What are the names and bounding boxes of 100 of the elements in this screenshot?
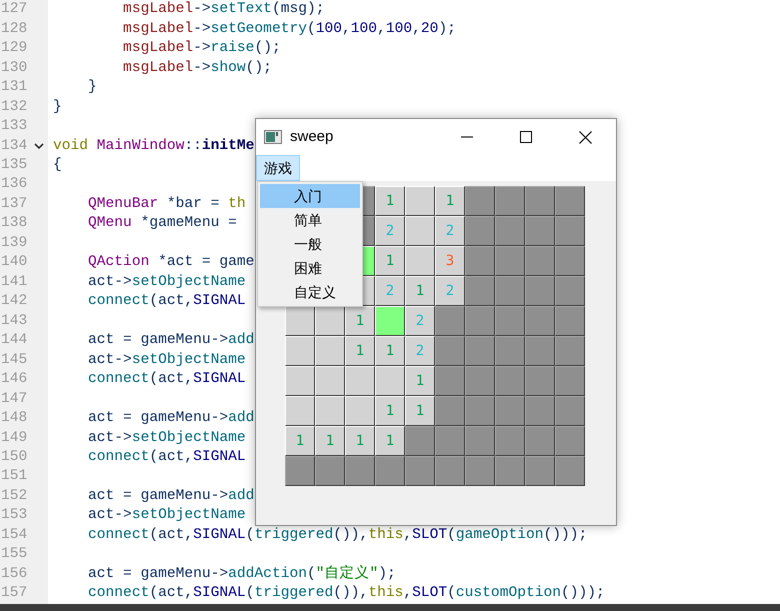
closed-cell[interactable] bbox=[495, 366, 525, 396]
closed-cell[interactable] bbox=[525, 246, 555, 276]
closed-cell[interactable] bbox=[405, 456, 435, 486]
open-cell[interactable] bbox=[285, 366, 315, 396]
closed-cell[interactable] bbox=[555, 276, 585, 306]
closed-cell[interactable] bbox=[315, 456, 345, 486]
closed-cell[interactable] bbox=[555, 396, 585, 426]
menu-bar-item[interactable]: 游戏 bbox=[256, 155, 300, 181]
closed-cell[interactable] bbox=[495, 246, 525, 276]
open-cell[interactable]: 1 bbox=[375, 336, 405, 366]
open-cell[interactable]: 2 bbox=[375, 276, 405, 306]
closed-cell[interactable] bbox=[465, 426, 495, 456]
open-cell[interactable] bbox=[375, 366, 405, 396]
maximize-icon[interactable] bbox=[520, 131, 532, 143]
open-cell[interactable]: 2 bbox=[435, 216, 465, 246]
closed-cell[interactable] bbox=[555, 426, 585, 456]
closed-cell[interactable] bbox=[525, 276, 555, 306]
closed-cell[interactable] bbox=[435, 396, 465, 426]
closed-cell[interactable] bbox=[465, 336, 495, 366]
closed-cell[interactable] bbox=[525, 306, 555, 336]
open-cell[interactable]: 1 bbox=[345, 426, 375, 456]
closed-cell[interactable] bbox=[525, 366, 555, 396]
closed-cell[interactable] bbox=[525, 456, 555, 486]
closed-cell[interactable] bbox=[465, 306, 495, 336]
open-cell[interactable]: 2 bbox=[435, 276, 465, 306]
open-cell[interactable] bbox=[345, 396, 375, 426]
code-line: msgLabel->show(); bbox=[122, 58, 272, 78]
closed-cell[interactable] bbox=[555, 306, 585, 336]
open-cell[interactable] bbox=[315, 306, 345, 336]
closed-cell[interactable] bbox=[525, 186, 555, 216]
closed-cell[interactable] bbox=[375, 456, 405, 486]
open-cell[interactable] bbox=[315, 366, 345, 396]
open-cell[interactable]: 1 bbox=[345, 306, 375, 336]
closed-cell[interactable] bbox=[555, 366, 585, 396]
open-cell[interactable]: 3 bbox=[435, 246, 465, 276]
closed-cell[interactable] bbox=[525, 426, 555, 456]
open-cell[interactable]: 1 bbox=[285, 426, 315, 456]
menu-item[interactable]: 困难 bbox=[260, 256, 360, 280]
closed-cell[interactable] bbox=[405, 426, 435, 456]
closed-cell[interactable] bbox=[345, 456, 375, 486]
chevron-down-icon[interactable] bbox=[34, 142, 44, 150]
open-cell[interactable] bbox=[405, 216, 435, 246]
closed-cell[interactable] bbox=[465, 366, 495, 396]
open-cell[interactable]: 1 bbox=[405, 396, 435, 426]
open-cell[interactable] bbox=[285, 336, 315, 366]
closed-cell[interactable] bbox=[495, 396, 525, 426]
closed-cell[interactable] bbox=[525, 336, 555, 366]
closed-cell[interactable] bbox=[435, 336, 465, 366]
menu-item[interactable]: 一般 bbox=[260, 232, 360, 256]
closed-cell[interactable] bbox=[555, 216, 585, 246]
closed-cell[interactable] bbox=[495, 426, 525, 456]
close-icon[interactable] bbox=[579, 130, 592, 144]
open-cell[interactable]: 1 bbox=[405, 366, 435, 396]
line-number: 131 bbox=[1, 78, 28, 98]
closed-cell[interactable] bbox=[465, 246, 495, 276]
closed-cell[interactable] bbox=[435, 306, 465, 336]
closed-cell[interactable] bbox=[525, 216, 555, 246]
open-cell[interactable] bbox=[285, 306, 315, 336]
open-cell[interactable] bbox=[315, 396, 345, 426]
closed-cell[interactable] bbox=[465, 276, 495, 306]
open-cell[interactable]: 1 bbox=[375, 186, 405, 216]
open-cell[interactable]: 1 bbox=[375, 426, 405, 456]
closed-cell[interactable] bbox=[435, 456, 465, 486]
closed-cell[interactable] bbox=[495, 276, 525, 306]
open-cell[interactable]: 2 bbox=[405, 336, 435, 366]
closed-cell[interactable] bbox=[495, 306, 525, 336]
menu-item[interactable]: 简单 bbox=[260, 208, 360, 232]
closed-cell[interactable] bbox=[465, 456, 495, 486]
closed-cell[interactable] bbox=[285, 456, 315, 486]
closed-cell[interactable] bbox=[555, 456, 585, 486]
open-cell[interactable] bbox=[405, 186, 435, 216]
closed-cell[interactable] bbox=[465, 396, 495, 426]
open-cell[interactable]: 1 bbox=[345, 336, 375, 366]
open-cell[interactable] bbox=[315, 336, 345, 366]
open-cell[interactable] bbox=[405, 246, 435, 276]
closed-cell[interactable] bbox=[495, 456, 525, 486]
open-cell[interactable]: 1 bbox=[375, 246, 405, 276]
open-cell[interactable]: 2 bbox=[375, 216, 405, 246]
open-cell[interactable] bbox=[285, 396, 315, 426]
menu-item[interactable]: 自定义 bbox=[260, 280, 360, 304]
closed-cell[interactable] bbox=[435, 366, 465, 396]
closed-cell[interactable] bbox=[435, 426, 465, 456]
open-cell[interactable]: 1 bbox=[405, 276, 435, 306]
open-cell[interactable] bbox=[345, 366, 375, 396]
closed-cell[interactable] bbox=[465, 216, 495, 246]
closed-cell[interactable] bbox=[495, 336, 525, 366]
closed-cell[interactable] bbox=[525, 396, 555, 426]
closed-cell[interactable] bbox=[555, 246, 585, 276]
open-cell[interactable]: 1 bbox=[315, 426, 345, 456]
line-number: 140 bbox=[1, 253, 28, 272]
open-cell[interactable]: 1 bbox=[375, 396, 405, 426]
open-cell[interactable]: 1 bbox=[435, 186, 465, 216]
closed-cell[interactable] bbox=[465, 186, 495, 216]
open-cell[interactable]: 2 bbox=[405, 306, 435, 336]
closed-cell[interactable] bbox=[495, 216, 525, 246]
closed-cell[interactable] bbox=[555, 336, 585, 366]
menu-item[interactable]: 入门 bbox=[260, 184, 360, 208]
marked-cell[interactable] bbox=[375, 306, 405, 336]
closed-cell[interactable] bbox=[495, 186, 525, 216]
closed-cell[interactable] bbox=[555, 186, 585, 216]
